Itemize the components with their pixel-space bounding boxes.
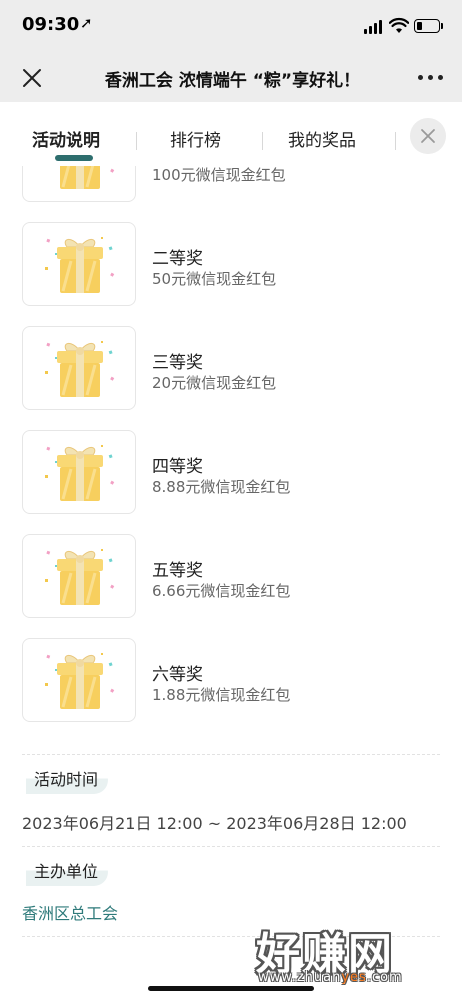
battery-tip bbox=[441, 23, 443, 29]
activity-time-value: 2023年06月21日 12:00 ~ 2023年06月28日 12:00 bbox=[22, 814, 407, 833]
wifi-icon bbox=[389, 17, 409, 33]
prize-image bbox=[22, 430, 136, 514]
active-tab-indicator bbox=[55, 155, 93, 161]
prize-name: 六等奖 bbox=[152, 665, 203, 685]
tab-divider bbox=[262, 132, 263, 150]
watermark-url-prefix: www.zhuan bbox=[258, 970, 342, 985]
organizer-link[interactable]: 香洲区总工会 bbox=[22, 900, 118, 924]
nav-bar: 香洲工会 浓情端午 “粽”享好礼！ bbox=[0, 54, 462, 102]
tab-leaderboard[interactable]: 排行榜 bbox=[170, 126, 221, 151]
page-title: 香洲工会 浓情端午 “粽”享好礼！ bbox=[104, 71, 361, 91]
prize-name: 五等奖 bbox=[152, 561, 203, 581]
tab-divider bbox=[136, 132, 137, 150]
organizer-label: 主办单位 bbox=[26, 858, 109, 886]
prize-desc: 6.66元微信现金红包 bbox=[152, 582, 291, 600]
close-icon[interactable] bbox=[18, 64, 46, 92]
prize-name: 四等奖 bbox=[152, 457, 203, 477]
prize-desc: 100元微信现金红包 bbox=[152, 166, 286, 184]
panel-close-icon[interactable] bbox=[410, 118, 446, 154]
watermark-url: www.zhuanyes.com bbox=[258, 970, 403, 985]
gift-icon bbox=[43, 337, 117, 401]
gift-icon bbox=[43, 441, 117, 505]
prize-name: 三等奖 bbox=[152, 353, 203, 373]
gift-icon bbox=[43, 545, 117, 609]
home-indicator[interactable] bbox=[148, 986, 314, 991]
prize-image bbox=[22, 638, 136, 722]
prize-desc: 1.88元微信现金红包 bbox=[152, 686, 291, 704]
status-bar: 09:30 ➚ bbox=[0, 0, 462, 54]
status-time: 09:30 bbox=[22, 14, 80, 35]
battery-icon bbox=[414, 19, 440, 33]
watermark: 好赚网 www.zhuanyes.com bbox=[252, 918, 442, 992]
activity-time-label: 活动时间 bbox=[26, 766, 109, 794]
gift-icon bbox=[43, 649, 117, 713]
watermark-url-highlight: yes bbox=[341, 970, 367, 985]
watermark-url-suffix: .com bbox=[366, 970, 403, 985]
more-icon[interactable] bbox=[418, 72, 444, 82]
tab-my-prizes[interactable]: 我的奖品 bbox=[288, 126, 356, 151]
location-arrow-icon: ➚ bbox=[80, 14, 93, 32]
tab-bar: 活动说明 排行榜 我的奖品 bbox=[0, 102, 462, 166]
cellular-signal-icon bbox=[364, 20, 384, 34]
prize-image bbox=[22, 222, 136, 306]
prize-desc: 50元微信现金红包 bbox=[152, 270, 277, 288]
gift-icon bbox=[43, 233, 117, 297]
tab-activity-info[interactable]: 活动说明 bbox=[32, 126, 100, 151]
divider bbox=[22, 846, 440, 847]
tab-divider bbox=[395, 132, 396, 150]
prize-desc: 20元微信现金红包 bbox=[152, 374, 277, 392]
prize-image bbox=[22, 534, 136, 618]
prize-name: 二等奖 bbox=[152, 249, 203, 269]
prize-image bbox=[22, 326, 136, 410]
prize-desc: 8.88元微信现金红包 bbox=[152, 478, 291, 496]
divider bbox=[22, 754, 440, 755]
